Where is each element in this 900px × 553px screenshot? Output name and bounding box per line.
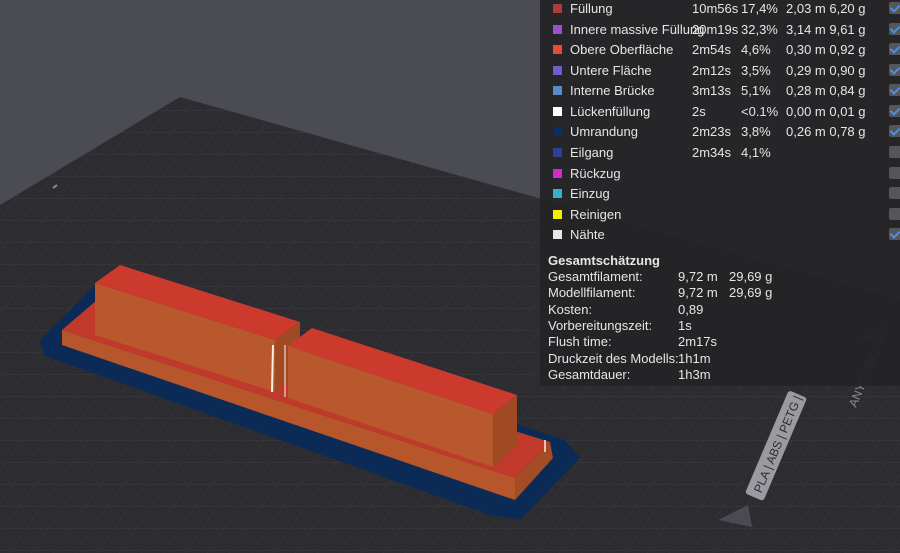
- legend-color-swatch: [553, 4, 562, 13]
- legend-row: Innere massive Füllung 20m19s 32,3% 3,14 m …: [540, 22, 900, 42]
- legend-color-swatch: [553, 66, 562, 75]
- legend-item-usage: 0,26 m 0,78 g: [786, 124, 866, 139]
- summary-row: Gesamtfilament: 9,72 m 29,69 g: [548, 269, 888, 285]
- summary-value: 2m17s: [678, 334, 718, 350]
- visibility-checkbox[interactable]: [889, 23, 900, 35]
- legend-item-percent: 17,4%: [741, 1, 778, 16]
- summary-value: 1s: [678, 317, 692, 333]
- legend-item-usage: 2,03 m 6,20 g: [786, 1, 866, 16]
- legend-color-swatch: [553, 148, 562, 157]
- visibility-checkbox[interactable]: [889, 187, 900, 199]
- summary-value-secondary: 29,69 g: [729, 269, 773, 284]
- legend-item-time: 2s: [692, 104, 706, 119]
- legend-item-name: Füllung: [570, 1, 613, 16]
- legend-row: Untere Fläche 2m12s 3,5% 0,29 m 0,90 g: [540, 63, 900, 83]
- summary-row: Kosten: 0,89: [548, 302, 888, 318]
- summary-label: Gesamtfilament:: [548, 269, 643, 284]
- visibility-checkbox[interactable]: [889, 146, 900, 158]
- summary-panel: Gesamtschätzung Gesamtfilament: 9,72 m 29,…: [540, 252, 900, 386]
- legend-item-usage: 0,28 m 0,84 g: [786, 83, 866, 98]
- legend-color-swatch: [553, 127, 562, 136]
- summary-label: Modellfilament:: [548, 285, 636, 301]
- legend-item-percent: 5,1%: [741, 83, 771, 98]
- legend-item-name: Untere Fläche: [570, 63, 652, 78]
- legend-item-name: Rückzug: [570, 166, 621, 181]
- legend-item-usage: 3,14 m 9,61 g: [786, 22, 866, 37]
- visibility-checkbox[interactable]: [889, 208, 900, 220]
- legend-item-percent: 32,3%: [741, 22, 778, 37]
- legend-row: Obere Oberfläche 2m54s 4,6% 0,30 m 0,92 g: [540, 42, 900, 62]
- legend-row: Eilgang 2m34s 4,1%: [540, 145, 900, 165]
- summary-label: Kosten:: [548, 301, 593, 317]
- summary-value: 9,72 m: [678, 269, 718, 284]
- legend-color-swatch: [553, 107, 562, 116]
- summary-value: 1h1m: [678, 350, 711, 366]
- legend-item-time: 2m34s: [692, 145, 732, 160]
- legend-item-time: 2m23s: [692, 124, 732, 139]
- legend-item-time: 2m12s: [692, 63, 732, 78]
- legend-item-name: Umrandung: [570, 124, 638, 139]
- legend-panel: Füllung 10m56s 17,4% 2,03 m 6,20 g Innere ma…: [540, 0, 900, 252]
- summary-value-secondary: 29,69 g: [729, 285, 773, 301]
- visibility-checkbox[interactable]: [889, 43, 900, 55]
- legend-item-time: 3m13s: [692, 83, 732, 98]
- legend-row: Nähte: [540, 227, 900, 247]
- legend-item-name: Innere massive Füllung: [570, 22, 705, 37]
- legend-item-percent: 4,1%: [741, 145, 771, 160]
- legend-item-name: Obere Oberfläche: [570, 42, 674, 57]
- legend-item-percent: 4,6%: [741, 42, 771, 57]
- legend-row: Lückenfüllung 2s <0.1% 0,00 m 0,01 g: [540, 104, 900, 124]
- summary-title: Gesamtschätzung: [548, 253, 660, 268]
- summary-row: Gesamtdauer: 1h3m: [548, 367, 888, 383]
- summary-row: Modellfilament: 9,72 m 29,69 g: [548, 285, 888, 301]
- legend-row: Umrandung 2m23s 3,8% 0,26 m 0,78 g: [540, 124, 900, 144]
- summary-label: Druckzeit des Modells:: [548, 350, 679, 366]
- summary-label: Vorbereitungszeit:: [548, 317, 653, 333]
- legend-row: Füllung 10m56s 17,4% 2,03 m 6,20 g: [540, 1, 900, 21]
- legend-item-name: Eilgang: [570, 145, 614, 160]
- legend-color-swatch: [553, 230, 562, 239]
- visibility-checkbox[interactable]: [889, 167, 900, 179]
- summary-row: Flush time: 2m17s: [548, 334, 888, 350]
- legend-color-swatch: [553, 210, 562, 219]
- legend-item-percent: 3,8%: [741, 124, 771, 139]
- legend-item-name: Lückenfüllung: [570, 104, 651, 119]
- legend-row: Reinigen: [540, 207, 900, 227]
- legend-item-percent: 3,5%: [741, 63, 771, 78]
- legend-item-usage: 0,00 m 0,01 g: [786, 104, 866, 119]
- summary-value: 9,72 m: [678, 285, 718, 301]
- summary-row: Druckzeit des Modells: 1h1m: [548, 351, 888, 367]
- legend-color-swatch: [553, 45, 562, 54]
- visibility-checkbox[interactable]: [889, 228, 900, 240]
- legend-color-swatch: [553, 25, 562, 34]
- legend-item-percent: <0.1%: [741, 104, 779, 119]
- legend-color-swatch: [553, 86, 562, 95]
- legend-color-swatch: [553, 189, 562, 198]
- legend-row: Rückzug: [540, 166, 900, 186]
- visibility-checkbox[interactable]: [889, 125, 900, 137]
- legend-row: Interne Brücke 3m13s 5,1% 0,28 m 0,84 g: [540, 83, 900, 103]
- legend-color-swatch: [553, 169, 562, 178]
- legend-item-time: 10m56s: [692, 1, 739, 16]
- legend-row: Einzug: [540, 186, 900, 206]
- legend-item-usage: 0,30 m 0,92 g: [786, 42, 866, 57]
- visibility-checkbox[interactable]: [889, 84, 900, 96]
- legend-item-name: Interne Brücke: [570, 83, 655, 98]
- summary-value: 0,89: [678, 301, 704, 317]
- legend-item-name: Nähte: [570, 227, 605, 242]
- summary-row: Vorbereitungszeit: 1s: [548, 318, 888, 334]
- summary-label: Gesamtdauer:: [548, 366, 631, 382]
- legend-item-time: 20m19s: [692, 22, 739, 37]
- visibility-checkbox[interactable]: [889, 2, 900, 14]
- legend-item-name: Einzug: [570, 186, 610, 201]
- visibility-checkbox[interactable]: [889, 64, 900, 76]
- legend-item-name: Reinigen: [570, 207, 622, 222]
- legend-item-time: 2m54s: [692, 42, 732, 57]
- summary-label: Flush time:: [548, 334, 612, 350]
- summary-value: 1h3m: [678, 366, 711, 382]
- visibility-checkbox[interactable]: [889, 105, 900, 117]
- legend-item-usage: 0,29 m 0,90 g: [786, 63, 866, 78]
